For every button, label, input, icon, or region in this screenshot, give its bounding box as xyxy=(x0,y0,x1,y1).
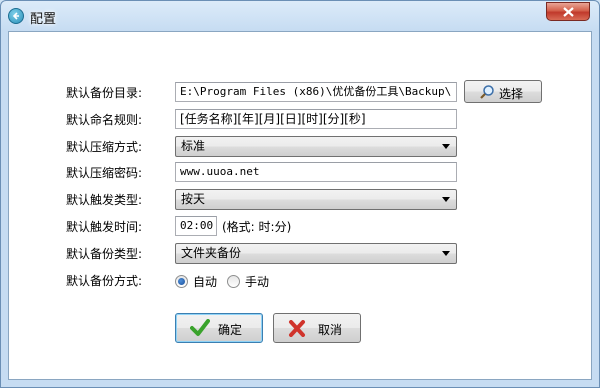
title-bar[interactable]: 配置 xyxy=(1,1,599,31)
trigger-type-select[interactable]: 按天 xyxy=(175,189,457,210)
radio-manual[interactable] xyxy=(227,275,240,288)
dropdown-arrow-icon xyxy=(442,197,450,202)
magnifier-icon xyxy=(480,85,494,99)
ok-button[interactable]: 确定 xyxy=(175,313,263,343)
dropdown-arrow-icon xyxy=(442,251,450,256)
radio-auto-label[interactable]: 自动 xyxy=(193,273,217,290)
cancel-button-label: 取消 xyxy=(318,323,343,337)
browse-button[interactable]: 选择 xyxy=(464,80,542,103)
naming-rule-label: 默认命名规则: xyxy=(66,113,143,127)
radio-manual-label[interactable]: 手动 xyxy=(245,273,269,290)
red-x-icon xyxy=(289,320,305,337)
compress-password-label: 默认压缩密码: xyxy=(66,166,143,180)
trigger-time-input[interactable]: 02:00 xyxy=(175,216,217,236)
app-back-arrow-icon xyxy=(8,8,24,24)
backup-type-value: 文件夹备份 xyxy=(181,246,242,260)
trigger-time-label: 默认触发时间: xyxy=(66,220,143,234)
dropdown-arrow-icon xyxy=(442,144,450,149)
trigger-type-value: 按天 xyxy=(181,192,206,206)
browse-button-label: 选择 xyxy=(499,87,524,101)
backup-mode-label: 默认备份方式: xyxy=(66,274,143,288)
compress-mode-value: 标准 xyxy=(181,139,206,153)
backup-type-label: 默认备份类型: xyxy=(66,247,143,261)
naming-rule-input[interactable]: [任务名称][年][月][日][时][分][秒] xyxy=(175,109,457,129)
config-window: 配置 默认备份目录: E:\Program Files (x86)\优优备份工具… xyxy=(0,0,600,388)
ok-button-label: 确定 xyxy=(218,323,243,337)
backup-dir-input[interactable]: E:\Program Files (x86)\优优备份工具\Backup\ xyxy=(175,82,457,102)
trigger-type-label: 默认触发类型: xyxy=(66,193,143,207)
radio-selected-dot xyxy=(178,278,185,285)
window-title: 配置 xyxy=(30,12,57,27)
close-button[interactable] xyxy=(546,2,590,21)
trigger-time-hint: (格式: 时:分) xyxy=(222,220,292,234)
compress-mode-label: 默认压缩方式: xyxy=(66,140,143,154)
close-icon xyxy=(563,7,574,17)
compress-password-input[interactable]: www.uuoa.net xyxy=(175,162,457,182)
backup-type-select[interactable]: 文件夹备份 xyxy=(175,243,457,264)
checkmark-icon xyxy=(190,319,210,336)
compress-mode-select[interactable]: 标准 xyxy=(175,136,457,157)
cancel-button[interactable]: 取消 xyxy=(273,313,361,343)
radio-auto[interactable] xyxy=(175,275,188,288)
backup-dir-label: 默认备份目录: xyxy=(66,86,143,100)
settings-panel: 默认备份目录: E:\Program Files (x86)\优优备份工具\Ba… xyxy=(8,31,592,380)
